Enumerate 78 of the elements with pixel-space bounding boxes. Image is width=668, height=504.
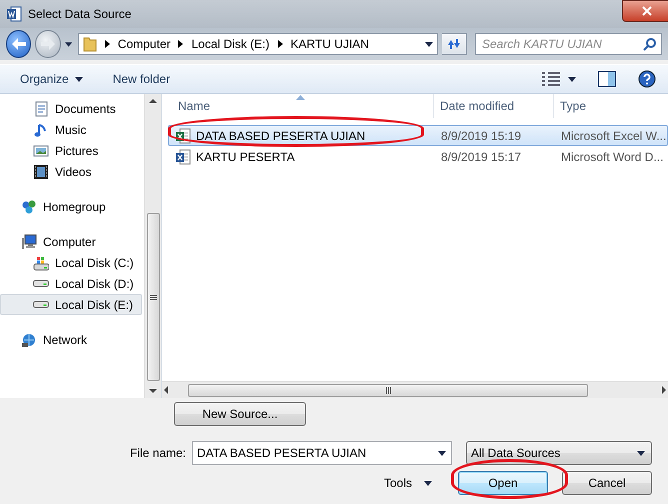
horizontal-scrollbar[interactable]: [162, 381, 668, 398]
homegroup-icon: [21, 198, 37, 214]
file-name: DATA BASED PESERTA UJIAN: [196, 128, 366, 142]
close-icon: [642, 6, 652, 16]
window-title: Select Data Source: [28, 7, 132, 21]
preview-pane-icon[interactable]: [598, 71, 616, 87]
file-name: KARTU PESERTA: [196, 150, 295, 164]
history-caret-icon: [64, 42, 72, 46]
organize-menu-button[interactable]: Organize: [20, 72, 83, 86]
back-button[interactable]: [6, 30, 32, 58]
toolbar-button[interactable]: New folder: [112, 72, 170, 86]
dropdown-caret-icon: [424, 42, 433, 46]
chevron-icon: [104, 40, 110, 48]
drive-icon: [33, 301, 49, 308]
address-bar[interactable]: Computer Local Disk (E:) KARTU UJIAN: [78, 33, 438, 55]
tools-menu-button[interactable]: Tools: [378, 475, 438, 491]
sidebar-item[interactable]: Videos: [0, 161, 142, 182]
open-button[interactable]: Open: [458, 471, 548, 495]
file-name-field[interactable]: DATA BASED PESERTA UJIAN: [192, 441, 452, 465]
column-header[interactable]: Name: [162, 94, 434, 118]
scroll-left-arrow-icon: [164, 386, 168, 394]
sidebar-item[interactable]: Documents: [0, 98, 142, 119]
vertical-scrollbar[interactable]: [144, 94, 161, 398]
new-source-button[interactable]: New Source...: [174, 402, 306, 426]
sidebar-item[interactable]: Local Disk (E:): [0, 294, 142, 315]
file-date: 8/9/2019 15:17: [440, 150, 522, 164]
help-icon[interactable]: [638, 70, 656, 88]
document-file-icon: [175, 148, 191, 164]
cancel-button[interactable]: Cancel: [562, 471, 652, 495]
scroll-right-arrow-icon: [662, 386, 666, 394]
close-button[interactable]: [622, 0, 668, 22]
search-field[interactable]: Search KARTU UJIAN: [475, 33, 662, 55]
sidebar-item[interactable]: Local Disk (C:): [0, 252, 142, 273]
sidebar-item[interactable]: Local Disk (D:): [0, 273, 142, 294]
chevron-icon: [178, 40, 184, 48]
scroll-down-arrow-icon: [149, 389, 157, 393]
network-icon: [21, 332, 37, 348]
file-type: Microsoft Excel W...: [560, 128, 667, 142]
refresh-button[interactable]: [442, 33, 467, 55]
breadcrumb[interactable]: KARTU UJIAN: [290, 37, 369, 51]
file-type: Microsoft Word D...: [560, 150, 664, 164]
sidebar-item[interactable]: Pictures: [0, 140, 142, 161]
caret-icon: [424, 480, 432, 486]
pictures-icon: [33, 142, 49, 158]
file-name-label: File name:: [128, 446, 186, 460]
caret-icon: [438, 451, 446, 456]
caret-icon: [637, 450, 645, 456]
view-caret-icon: [568, 76, 576, 82]
file-date: 8/9/2019 15:19: [440, 128, 522, 142]
back-arrow-icon: [12, 38, 26, 50]
view-list-icon[interactable]: [542, 72, 560, 86]
folder-icon: [82, 36, 97, 52]
documents-icon: [33, 100, 49, 116]
refresh-icon: [446, 37, 462, 51]
breadcrumb[interactable]: Local Disk (E:): [191, 37, 270, 51]
search-icon: [643, 37, 657, 51]
spreadsheet-file-icon: [175, 128, 191, 144]
scroll-up-arrow-icon: [149, 99, 157, 103]
system-drive-icon: [33, 254, 49, 270]
column-header[interactable]: Date modified: [434, 94, 554, 118]
column-header[interactable]: Type: [554, 94, 668, 118]
file-row[interactable]: KARTU PESERTA 8/9/2019 15:17 Microsoft Word D...: [168, 146, 668, 167]
breadcrumb[interactable]: Computer: [118, 37, 170, 51]
forward-arrow-icon: [40, 38, 55, 50]
grip-icon: [386, 386, 390, 394]
chevron-icon: [278, 40, 283, 48]
sidebar-item[interactable]: Computer: [0, 231, 142, 252]
drive-icon: [33, 280, 49, 287]
sidebar-item[interactable]: Network: [0, 329, 142, 350]
file-type-dropdown[interactable]: All Data Sources: [466, 441, 652, 465]
sidebar-item[interactable]: Music: [0, 119, 142, 140]
app-icon: [6, 6, 22, 22]
computer-icon: [21, 234, 37, 250]
videos-icon: [33, 164, 49, 180]
file-row[interactable]: DATA BASED PESERTA UJIAN 8/9/2019 15:19 Microsoft Excel W...: [168, 125, 668, 146]
sidebar-item[interactable]: Homegroup: [0, 196, 142, 217]
grip-icon: [150, 294, 156, 300]
music-icon: [33, 122, 49, 138]
